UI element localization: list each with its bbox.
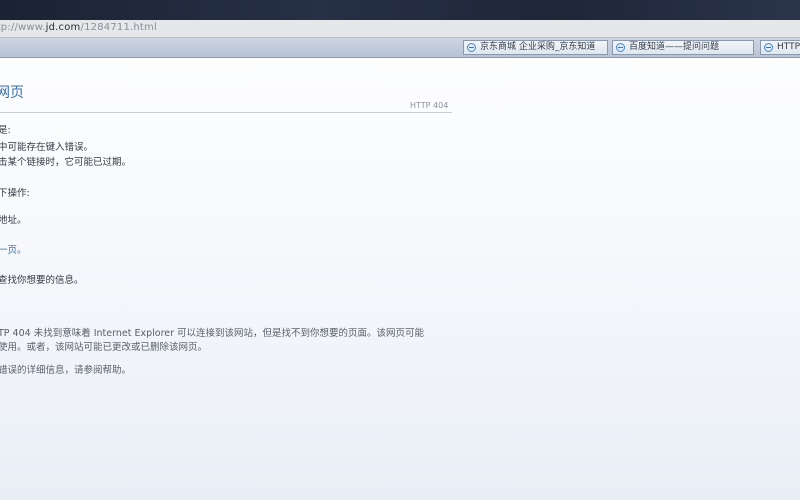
title-divider (0, 112, 452, 113)
try-item-3: 查找你想要的信息。 (0, 275, 84, 286)
cause-item-2: 击某个链接时，它可能已过期。 (0, 157, 132, 168)
details-line-1: TP 404 未找到意味着 Internet Explorer 可以连接到该网站… (0, 328, 425, 339)
url-domain: jd.com (45, 22, 81, 33)
favorite-item-jd[interactable]: 京东商城 企业采购_京东知道 (463, 40, 608, 55)
ie-page-icon (764, 43, 773, 52)
back-link[interactable]: 一页。 (0, 242, 27, 256)
favorite-item-baidu[interactable]: 百度知道——提问问题 (612, 40, 754, 55)
ie-page-icon (616, 43, 625, 52)
favorites-bar: 京东商城 企业采购_京东知道 百度知道——提问问题 HTTP (0, 38, 800, 58)
url-path: /1284711.html (80, 22, 157, 33)
url-prefix: http://www. (0, 22, 46, 33)
http-status-code: HTTP 404 (410, 101, 449, 110)
cause-heading: 是: (0, 125, 11, 136)
favorite-label: HTTP (777, 42, 800, 52)
error-page-content: 网页 HTTP 404 是: 中可能存在键入错误。 击某个链接时，它可能已过期。… (0, 58, 800, 500)
favorite-item-http[interactable]: HTTP (760, 40, 800, 55)
try-item-1: 地址。 (0, 215, 27, 226)
page-title: 网页 (0, 85, 24, 101)
browser-screen: http://www.jd.com/1284711.html 京东商城 企业采购… (0, 0, 800, 500)
address-bar[interactable]: http://www.jd.com/1284711.html (0, 20, 800, 38)
cause-item-1: 中可能存在键入错误。 (0, 142, 94, 153)
details-line-2: 使用。或者，该网站可能已更改或已删除该网页。 (0, 342, 208, 353)
address-url[interactable]: http://www.jd.com/1284711.html (0, 22, 157, 33)
window-frame (0, 0, 800, 20)
favorite-label: 京东商城 企业采购_京东知道 (480, 42, 596, 52)
details-line-3: 错误的详细信息，请参阅帮助。 (0, 365, 132, 376)
ie-page-icon (467, 43, 476, 52)
favorite-label: 百度知道——提问问题 (629, 42, 720, 52)
try-heading: 下操作: (0, 188, 30, 199)
